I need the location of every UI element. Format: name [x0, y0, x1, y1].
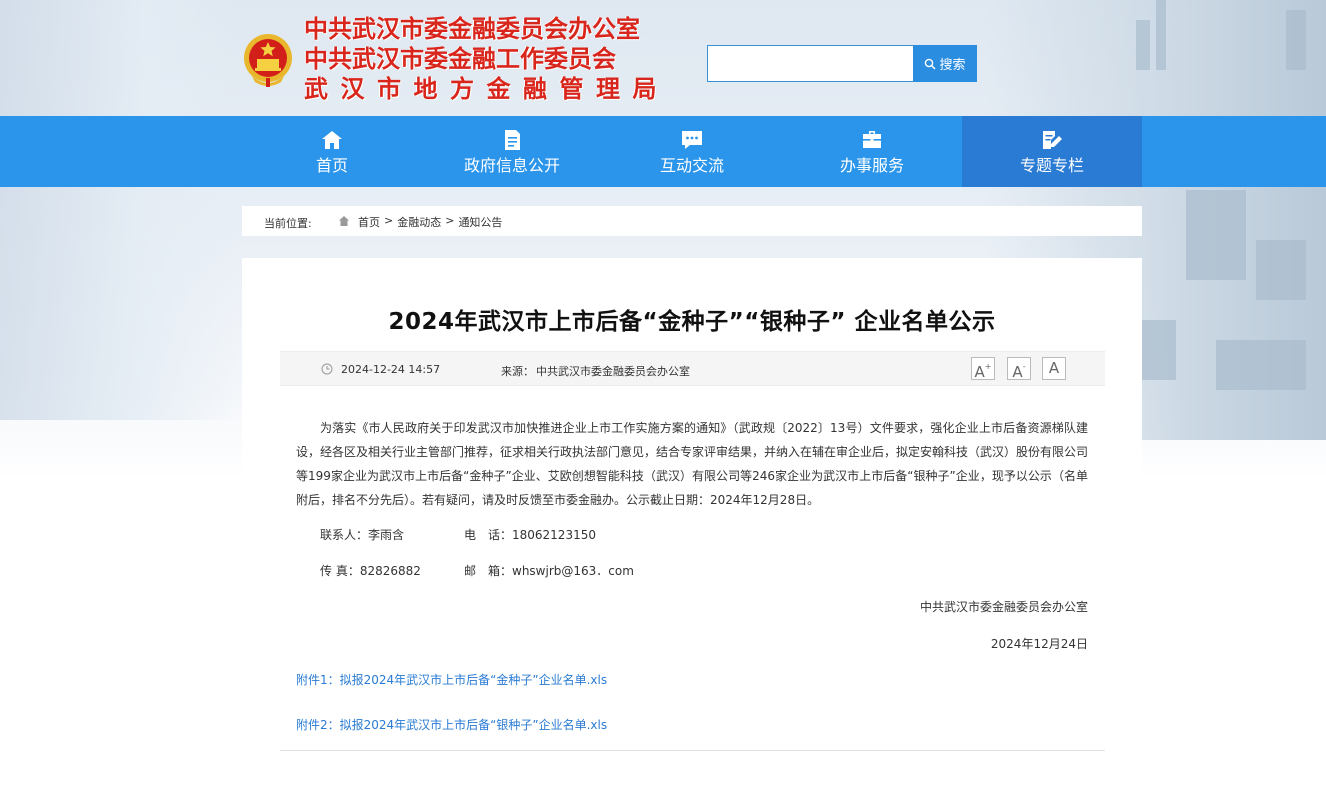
- contact-fax: 传 真：82826882: [320, 564, 421, 578]
- nav-item-special-topics[interactable]: 专题专栏: [962, 116, 1142, 187]
- font-reset-button[interactable]: A: [1042, 357, 1066, 380]
- article-sign-date: 2024年12月24日: [990, 637, 1088, 651]
- breadcrumb: 当前位置: 首页 > 金融动态 > 通知公告: [242, 206, 1142, 236]
- article-source-label: 来源：: [501, 365, 534, 378]
- search-button[interactable]: 搜索: [913, 45, 977, 82]
- nav-item-label: 政府信息公开: [463, 155, 560, 175]
- article-source: 中共武汉市委金融委员会办公室: [536, 365, 690, 378]
- org-name-3: 武汉市地方金融管理局: [304, 75, 669, 103]
- main-nav: 首页 政府信息公开 互动交流 办事服务 专题专栏: [0, 116, 1326, 187]
- home-icon: [322, 130, 342, 149]
- site-header: 中共武汉市委金融委员会办公室 中共武汉市委金融工作委员会 武汉市地方金融管理局 …: [0, 0, 1326, 116]
- document-icon: [505, 129, 520, 150]
- contact-phone: 电 话：18062123150: [464, 528, 596, 542]
- national-emblem-icon: [244, 34, 292, 87]
- nav-item-label: 首页: [315, 155, 348, 175]
- search-input[interactable]: [707, 45, 914, 82]
- article-date: 2024-12-24 14:57: [341, 363, 441, 376]
- attachment-link-2[interactable]: 附件2：拟报2024年武汉市上市后备“银种子”企业名单.xls: [296, 716, 607, 733]
- font-decrease-button[interactable]: A-: [1007, 357, 1031, 381]
- org-names: 中共武汉市委金融委员会办公室 中共武汉市委金融工作委员会 武汉市地方金融管理局: [304, 14, 669, 104]
- clock-icon: [321, 363, 333, 375]
- nav-item-label: 办事服务: [839, 155, 904, 175]
- nav-item-interaction[interactable]: 互动交流: [602, 116, 782, 187]
- nav-item-gov-info[interactable]: 政府信息公开: [422, 116, 602, 187]
- article-meta: 2024-12-24 14:57 来源： 中共武汉市委金融委员会办公室 A+ A…: [280, 351, 1105, 386]
- search-icon: [925, 58, 937, 70]
- edit-icon: [1043, 130, 1062, 149]
- breadcrumb-separator: >: [384, 214, 394, 227]
- nav-item-label: 专题专栏: [1019, 155, 1084, 175]
- breadcrumb-separator: >: [445, 214, 455, 227]
- breadcrumb-prefix: 当前位置:: [264, 217, 312, 230]
- search-button-label: 搜索: [939, 58, 966, 73]
- org-name-2: 中共武汉市委金融工作委员会: [304, 45, 616, 73]
- chat-icon: [682, 130, 702, 149]
- briefcase-icon: [863, 130, 881, 148]
- article-divider: [280, 750, 1105, 751]
- article-title: 2024年武汉市上市后备“金种子”“银种子” 企业名单公示: [388, 309, 996, 335]
- nav-item-label: 互动交流: [659, 155, 724, 175]
- article-signature: 中共武汉市委金融委员会办公室: [919, 600, 1088, 614]
- attachment-link-1[interactable]: 附件1：拟报2024年武汉市上市后备“金种子”企业名单.xls: [296, 671, 607, 688]
- breadcrumb-link-finance-news[interactable]: 金融动态: [397, 214, 441, 230]
- article-body: 为落实《市人民政府关于印发武汉市加快推进企业上市工作实施方案的通知》（武政规〔2…: [296, 421, 1089, 507]
- org-name-1: 中共武汉市委金融委员会办公室: [304, 15, 640, 43]
- contact-email: 邮 箱：whswjrb@163．com: [464, 564, 634, 578]
- nav-item-services[interactable]: 办事服务: [782, 116, 962, 187]
- font-increase-button[interactable]: A+: [971, 357, 995, 381]
- contact-person: 联系人：李雨含: [320, 528, 405, 542]
- breadcrumb-link-home[interactable]: 首页: [358, 214, 380, 230]
- breadcrumb-home-icon: [339, 216, 349, 226]
- nav-item-home[interactable]: 首页: [242, 116, 422, 187]
- breadcrumb-link-notices[interactable]: 通知公告: [458, 214, 502, 230]
- article: 2024年武汉市上市后备“金种子”“银种子” 企业名单公示 2024-12-24…: [242, 258, 1142, 792]
